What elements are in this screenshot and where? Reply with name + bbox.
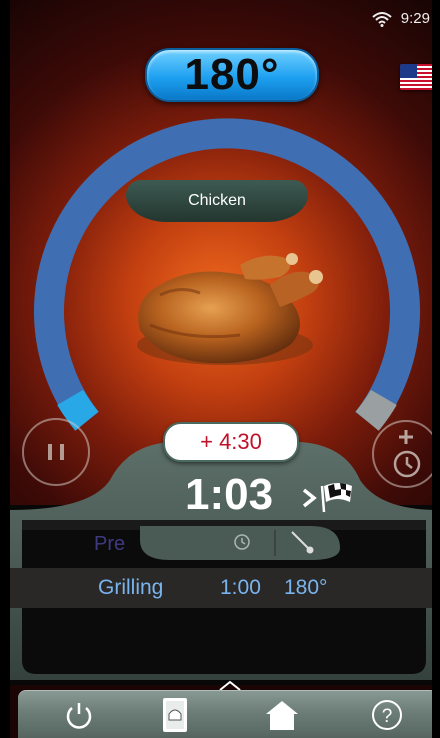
step-temp: 180°: [284, 576, 328, 599]
step-tool-icons: [234, 530, 314, 556]
home-icon[interactable]: [262, 698, 302, 732]
probe-icon: [291, 531, 314, 554]
finish-flag-icon[interactable]: [300, 478, 360, 514]
dish-name: Chicken: [188, 192, 246, 209]
cooking-step-row[interactable]: Grilling 1:00 180°: [10, 568, 438, 608]
right-bezel: [432, 0, 440, 738]
countdown-time: 1:03: [185, 470, 274, 519]
add-time-button[interactable]: + 4:30: [163, 422, 299, 462]
svg-text:?: ?: [382, 706, 393, 727]
oven-screen: 9:29 180° Chicken + 4:30 1:03 Pre Grilli…: [0, 0, 440, 738]
progress-end-segment: [355, 389, 397, 431]
add-time-value: + 4:30: [200, 429, 262, 454]
previous-step-label: Pre: [94, 533, 126, 555]
dish-label-tab[interactable]: Chicken: [126, 180, 308, 222]
power-icon[interactable]: [62, 698, 96, 732]
bottom-dock: ?: [18, 690, 438, 738]
left-bezel: [0, 0, 10, 738]
step-name: Grilling: [98, 576, 164, 599]
step-time: 1:00: [220, 576, 261, 599]
progress-fill: [57, 389, 99, 431]
recipe-book-icon[interactable]: [158, 696, 192, 734]
help-icon[interactable]: ?: [370, 698, 404, 732]
roast-chicken-image: [137, 253, 323, 365]
